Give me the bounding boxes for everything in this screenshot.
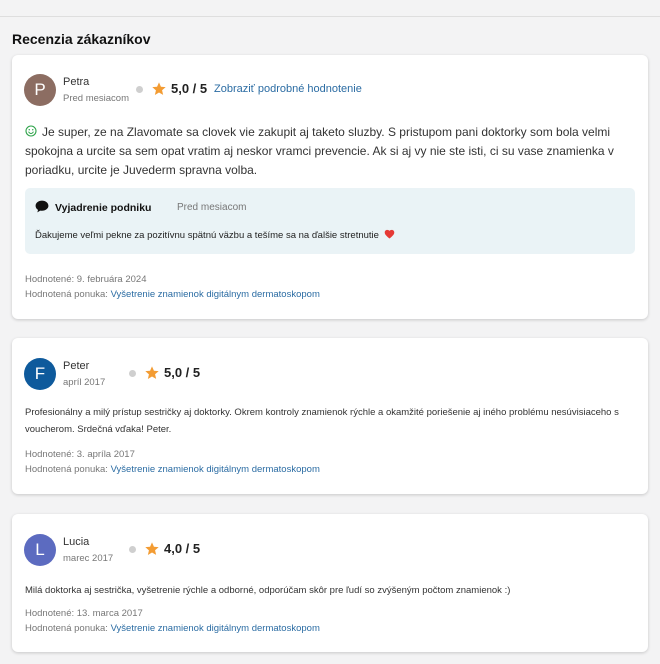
separator-dot [136,86,143,93]
review-body: Je super, ze na Zlavomate sa clovek vie … [25,125,614,177]
review-header: P Petra Pred mesiacom 5,0 / 5 Zobraziť p… [24,74,424,108]
review-header: L Lucia marec 2017 4,0 / 5 [24,534,324,568]
reviewer-name: Lucia [63,536,90,548]
reply-body: Ďakujeme veľmi pekne za pozitívnu spätnú… [35,230,379,241]
review-header: F Peter apríl 2017 5,0 / 5 [24,358,324,392]
review-text: Milá doktorka aj sestrička, vyšetrenie r… [25,585,511,596]
reply-text: Ďakujeme veľmi pekne za pozitívnu spätnú… [35,229,395,241]
star-icon [152,82,166,95]
offer-label: Hodnotená ponuka: [25,464,108,475]
review-time: Pred mesiacom [63,93,129,104]
speech-bubble-icon [35,200,49,213]
offer-label: Hodnotená ponuka: [25,623,108,634]
review-card: P Petra Pred mesiacom 5,0 / 5 Zobraziť p… [12,55,648,319]
heart-icon [384,229,394,239]
review-card: L Lucia marec 2017 4,0 / 5 Milá doktorka… [12,514,648,652]
rated-offer: Hodnotená ponuka: Vyšetrenie znamienok d… [25,464,320,475]
separator-dot [129,546,136,553]
review-text: Je super, ze na Zlavomate sa clovek vie … [25,123,634,180]
reply-time: Pred mesiacom [177,202,247,213]
separator-dot [129,370,136,377]
reviewer-name: Petra [63,76,90,88]
review-time: apríl 2017 [63,377,106,388]
star-icon [145,542,159,555]
rating-score: 4,0 / 5 [164,541,201,556]
top-divider [0,16,660,17]
offer-label: Hodnotená ponuka: [25,289,108,300]
smile-icon [25,125,37,137]
avatar: L [24,534,56,566]
business-reply: Vyjadrenie podniku Pred mesiacom Ďakujem… [25,188,635,254]
offer-link[interactable]: Vyšetrenie znamienok digitálnym dermatos… [111,464,320,475]
star-icon [145,366,159,379]
rating-score: 5,0 / 5 [164,365,201,380]
rating-score: 5,0 / 5 [171,81,208,96]
reply-title: Vyjadrenie podniku [55,202,152,214]
offer-link[interactable]: Vyšetrenie znamienok digitálnym dermatos… [111,289,320,300]
review-time: marec 2017 [63,553,114,564]
rated-offer: Hodnotená ponuka: Vyšetrenie znamienok d… [25,289,320,300]
detail-rating-link[interactable]: Zobraziť podrobné hodnotenie [214,83,362,95]
rated-date: Hodnotené: 13. marca 2017 [25,608,143,619]
avatar: F [24,358,56,390]
rated-date: Hodnotené: 9. februára 2024 [25,274,147,285]
rated-date: Hodnotené: 3. apríla 2017 [25,449,135,460]
section-title: Recenzia zákazníkov [12,31,151,47]
offer-link[interactable]: Vyšetrenie znamienok digitálnym dermatos… [111,623,320,634]
reviewer-name: Peter [63,360,90,372]
review-text: Profesionálny a milý prístup sestričky a… [25,407,619,435]
avatar: P [24,74,56,106]
rated-offer: Hodnotená ponuka: Vyšetrenie znamienok d… [25,623,320,634]
review-card: F Peter apríl 2017 5,0 / 5 Profesionálny… [12,338,648,494]
